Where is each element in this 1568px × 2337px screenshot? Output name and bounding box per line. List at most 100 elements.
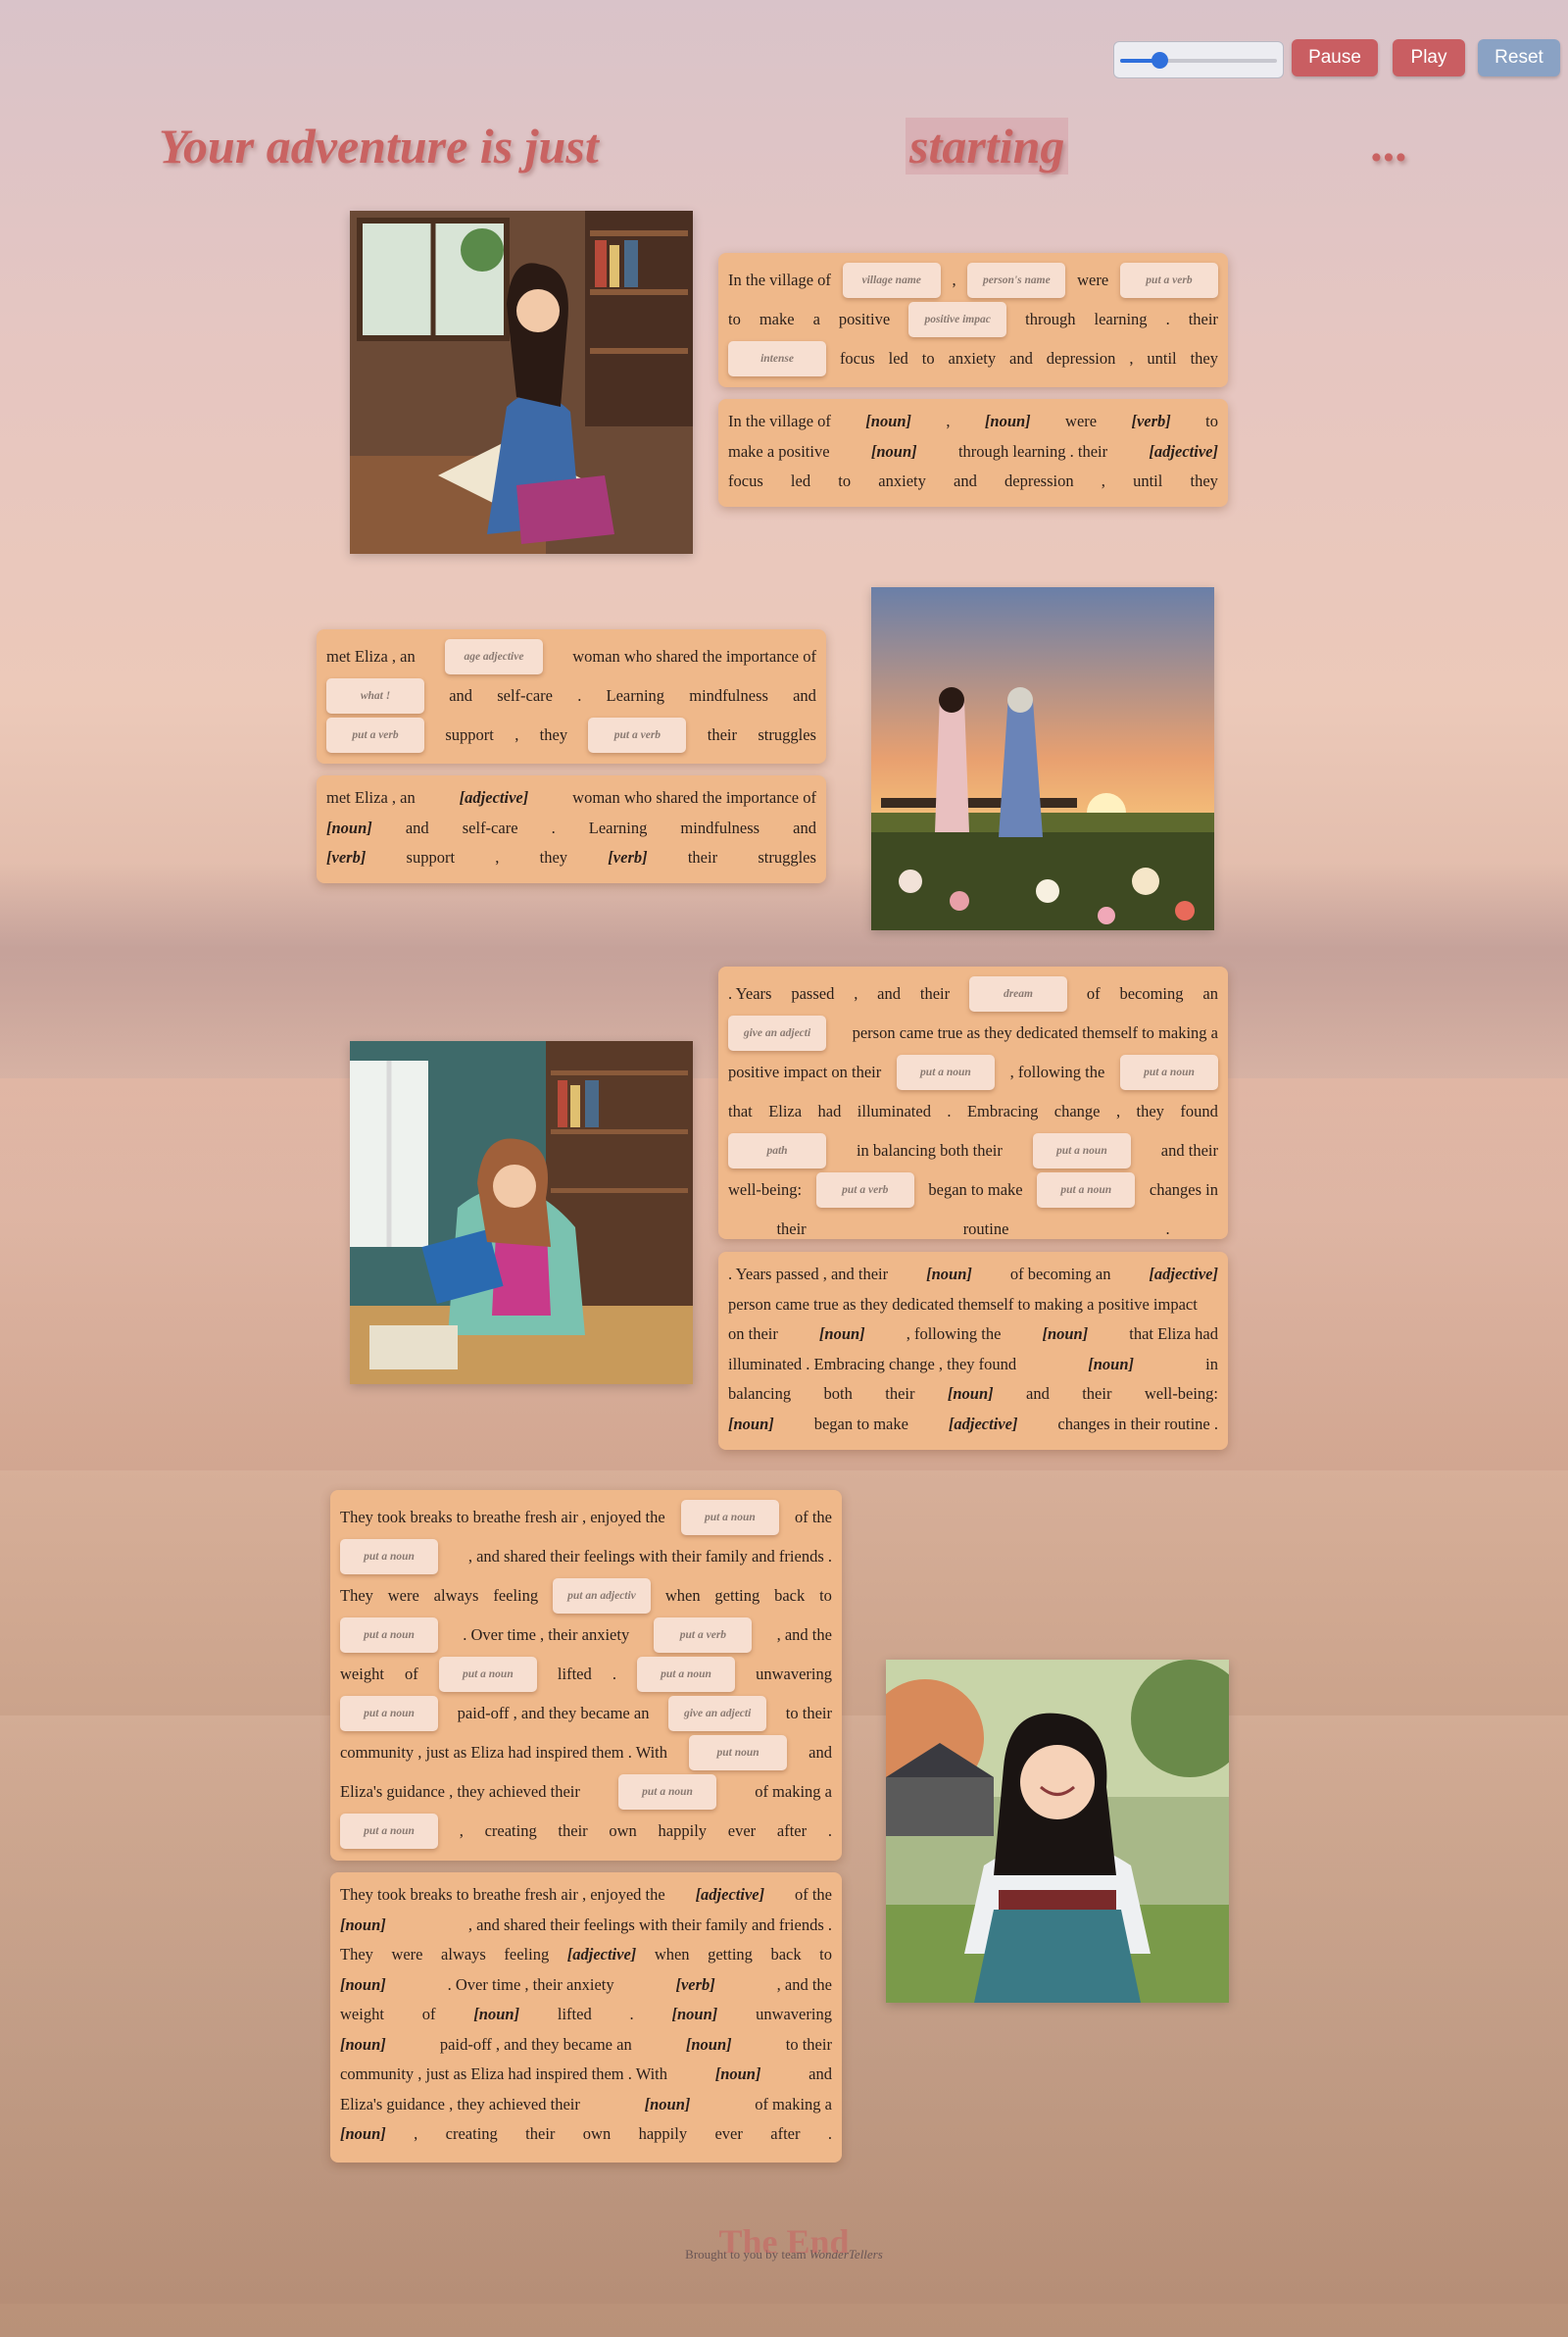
word-input-field[interactable]: put a noun xyxy=(340,1696,438,1731)
word-input-field[interactable]: village name xyxy=(842,263,941,298)
word-input-field[interactable]: put a noun xyxy=(1119,1055,1218,1090)
story-text: , xyxy=(1115,1102,1121,1120)
story-text: woman who shared the importance of xyxy=(572,788,816,808)
filled-line: Eliza's guidance , they achieved their [n… xyxy=(340,2090,832,2120)
reset-button[interactable]: Reset xyxy=(1478,39,1560,76)
story-text: . xyxy=(577,686,582,705)
word-placeholder: [verb] xyxy=(608,848,648,868)
speed-slider[interactable] xyxy=(1113,41,1284,78)
story-text: , following the xyxy=(1009,1063,1105,1081)
filled-line: balancing both their [noun] and their well-bei… xyxy=(728,1379,1218,1410)
word-input-field[interactable]: put a noun xyxy=(1037,1172,1136,1208)
story-text: of xyxy=(421,2005,436,2024)
pause-button[interactable]: Pause xyxy=(1292,39,1378,76)
word-input-field[interactable]: put a noun xyxy=(618,1774,717,1810)
word-input-field[interactable]: put a verb xyxy=(1119,263,1218,298)
filled-line: [verb] support, they [verb] their struggles xyxy=(326,843,816,873)
story-text: person came true as they dedicated thems… xyxy=(852,1023,1218,1042)
word-placeholder: [noun] xyxy=(326,818,372,837)
story-text: their xyxy=(525,2124,556,2144)
input-line: weight of put a noun lifted. put a noun unwav… xyxy=(340,1655,832,1694)
story-text: in xyxy=(1205,1354,1218,1373)
input-line: put a noun paid-off , and they became an g… xyxy=(340,1694,832,1733)
word-input-field[interactable]: path xyxy=(728,1133,826,1168)
word-input-field[interactable]: dream xyxy=(968,976,1067,1012)
word-input-field[interactable]: put a noun xyxy=(438,1657,537,1692)
word-input-field[interactable]: put a verb xyxy=(654,1617,753,1653)
word-input-field[interactable]: put noun xyxy=(689,1735,788,1770)
story-text: their xyxy=(1082,1384,1112,1404)
filled-line: [noun] began to make [adjective] changes in… xyxy=(728,1410,1218,1440)
word-input-field[interactable]: put a verb xyxy=(326,718,424,753)
page-title-ellipsis: ... xyxy=(1372,117,1409,172)
word-input-field[interactable]: put a noun xyxy=(340,1814,438,1849)
story-text: passed xyxy=(791,984,835,1003)
story-text: were xyxy=(391,1945,423,1964)
filled-line: [noun] , and shared their feelings with t… xyxy=(340,1911,832,1941)
story-text: always xyxy=(433,1586,479,1605)
input-line: path in balancing both their put a noun and… xyxy=(728,1131,1218,1170)
story-text: unwavering xyxy=(756,1665,832,1683)
story-text: of xyxy=(1086,984,1101,1003)
word-input-field[interactable]: positive impac xyxy=(908,302,1007,337)
word-input-field[interactable]: put a noun xyxy=(637,1657,736,1692)
story-text: unwavering xyxy=(756,2005,832,2024)
input-line: give an adjecti person came true as they … xyxy=(728,1014,1218,1053)
word-input-field[interactable]: put a verb xyxy=(815,1172,914,1208)
story-text: and xyxy=(808,1743,832,1762)
story-text: led xyxy=(888,349,908,368)
play-button[interactable]: Play xyxy=(1393,39,1465,76)
story-text: met Eliza , an xyxy=(326,788,416,808)
story-text: in balancing both their xyxy=(856,1141,1003,1160)
story-text: Embracing xyxy=(966,1102,1039,1120)
word-input-field[interactable]: put a noun xyxy=(340,1539,438,1574)
story-text: their xyxy=(1188,310,1218,328)
word-input-field[interactable]: person's name xyxy=(967,263,1066,298)
story-filled-card-4: They took breaks to breathe fresh air , … xyxy=(330,1872,842,2163)
word-placeholder: [noun] xyxy=(926,1265,972,1284)
story-text: , and the xyxy=(776,1974,832,1994)
story-text: began to make xyxy=(813,1414,908,1433)
word-input-field[interactable]: put a noun xyxy=(896,1055,995,1090)
input-line: Eliza's guidance , they achieved their pu… xyxy=(340,1772,832,1812)
story-text: a xyxy=(812,310,820,328)
story-text: and xyxy=(1009,349,1033,368)
slider-thumb[interactable] xyxy=(1152,52,1168,69)
word-input-field[interactable]: give an adjecti xyxy=(668,1696,767,1731)
word-input-field[interactable]: age adjective xyxy=(444,639,543,674)
story-text: happily xyxy=(658,1821,708,1840)
word-placeholder: [noun] xyxy=(473,2005,520,2024)
story-text: that Eliza had xyxy=(1129,1324,1218,1344)
word-input-field[interactable]: put a noun xyxy=(1032,1133,1131,1168)
story-text: make a positive xyxy=(728,441,830,461)
word-placeholder: [adjective] xyxy=(459,788,529,808)
word-input-field[interactable]: what ! xyxy=(326,678,424,714)
word-input-field[interactable]: put a noun xyxy=(340,1617,438,1653)
word-input-field[interactable]: put an adjectiv xyxy=(552,1578,651,1614)
story-input-card-4: They took breaks to breathe fresh air , … xyxy=(330,1490,842,1861)
story-text: , following the xyxy=(906,1324,1002,1344)
story-text: getting xyxy=(708,1945,753,1964)
filled-line: met Eliza , an [adjective] woman who share… xyxy=(326,783,816,814)
story-text: routine xyxy=(962,1219,1009,1238)
word-input-field[interactable]: put a verb xyxy=(588,718,687,753)
story-text: community , just as Eliza had inspired t… xyxy=(340,2064,668,2084)
input-line: intense focus led to anxiety and depression, un… xyxy=(728,339,1218,378)
story-text: were xyxy=(387,1586,419,1605)
story-text: their xyxy=(707,725,738,744)
word-placeholder: [noun] xyxy=(671,2005,718,2024)
word-placeholder: [verb] xyxy=(1131,412,1171,431)
story-text: Eliza's guidance , they achieved their xyxy=(340,1782,580,1801)
story-text: to xyxy=(838,472,852,491)
story-text: both xyxy=(823,1384,853,1404)
word-input-field[interactable]: put a noun xyxy=(680,1500,779,1535)
story-text: they xyxy=(539,725,568,744)
story-text: learning xyxy=(1094,310,1148,328)
word-placeholder: [noun] xyxy=(340,1974,386,1994)
story-text: of the xyxy=(794,1508,832,1526)
story-text: self-care xyxy=(497,686,553,705)
story-filled-card-3: . Years passed , and their [noun] of becom… xyxy=(718,1252,1228,1450)
word-input-field[interactable]: give an adjecti xyxy=(728,1016,826,1051)
word-input-field[interactable]: intense xyxy=(728,341,826,376)
story-text: , xyxy=(495,848,500,868)
